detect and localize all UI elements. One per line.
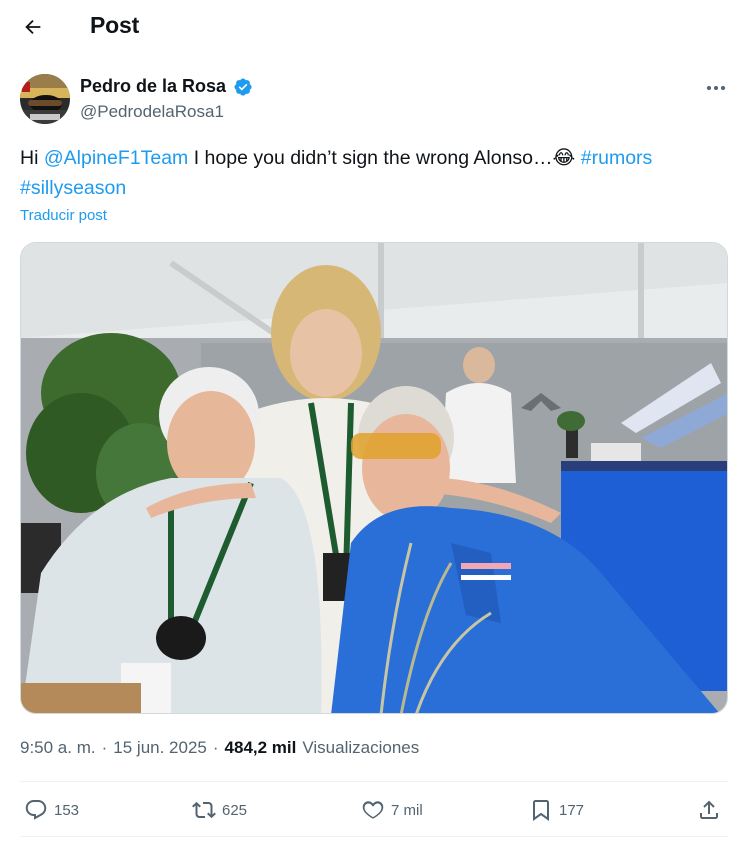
more-dot [707, 86, 711, 90]
views-label: Visualizaciones [302, 738, 420, 757]
reply-button[interactable]: 153 [24, 798, 79, 822]
author-row: Pedro de la Rosa @PedrodelaRosa1 [20, 72, 730, 126]
author-handle[interactable]: @PedrodelaRosa1 [80, 102, 224, 122]
post-photo[interactable] [20, 242, 728, 714]
views-count: 484,2 mil [224, 738, 297, 757]
translate-post-link[interactable]: Traducir post [20, 207, 107, 224]
meta-separator: · [212, 738, 219, 757]
hashtag-link[interactable]: #rumors [581, 147, 653, 169]
post-text-part: I hope you didn’t sign the wrong Alonso… [188, 147, 553, 169]
reply-count: 153 [54, 801, 80, 819]
action-bar: 153 625 7 mil 177 [20, 790, 728, 836]
repost-button[interactable]: 625 [192, 798, 247, 822]
post-text-part: Hi [20, 147, 44, 169]
hashtag-link[interactable]: #sillyseason [20, 177, 126, 199]
laughing-emoji: 😂 [552, 147, 576, 169]
mention-link[interactable]: @AlpineF1Team [44, 147, 188, 169]
page-title: Post [90, 12, 140, 38]
more-options-button[interactable] [702, 76, 730, 100]
post-date[interactable]: 15 jun. 2025 [113, 738, 207, 758]
share-button[interactable] [697, 798, 721, 822]
bookmark-button[interactable]: 177 [529, 798, 584, 822]
repost-count: 625 [222, 801, 248, 819]
author-name[interactable]: Pedro de la Rosa [80, 76, 226, 97]
meta-separator: · [101, 738, 108, 757]
more-dot [721, 86, 725, 90]
more-dot [714, 86, 718, 90]
top-bar: Post [0, 0, 743, 53]
heart-icon [362, 801, 384, 819]
like-count: 7 mil [391, 801, 423, 819]
bookmark-icon [533, 800, 549, 821]
verified-badge-icon [234, 78, 252, 96]
post-text: Hi @AlpineF1Team I hope you didn’t sign … [20, 143, 730, 203]
divider [20, 836, 728, 837]
avatar[interactable] [20, 74, 70, 124]
bookmark-count: 177 [559, 801, 585, 819]
like-button[interactable]: 7 mil [361, 798, 423, 822]
post-time[interactable]: 9:50 a. m. [20, 738, 96, 758]
divider [20, 781, 728, 782]
back-button[interactable] [14, 8, 52, 46]
photo-illustration [21, 243, 727, 713]
repost-icon [192, 801, 216, 819]
post-meta: 9:50 a. m. · 15 jun. 2025 · 484,2 mil Vi… [20, 738, 419, 758]
share-icon [700, 800, 718, 819]
arrow-left-icon [25, 19, 41, 35]
reply-icon [25, 800, 47, 820]
